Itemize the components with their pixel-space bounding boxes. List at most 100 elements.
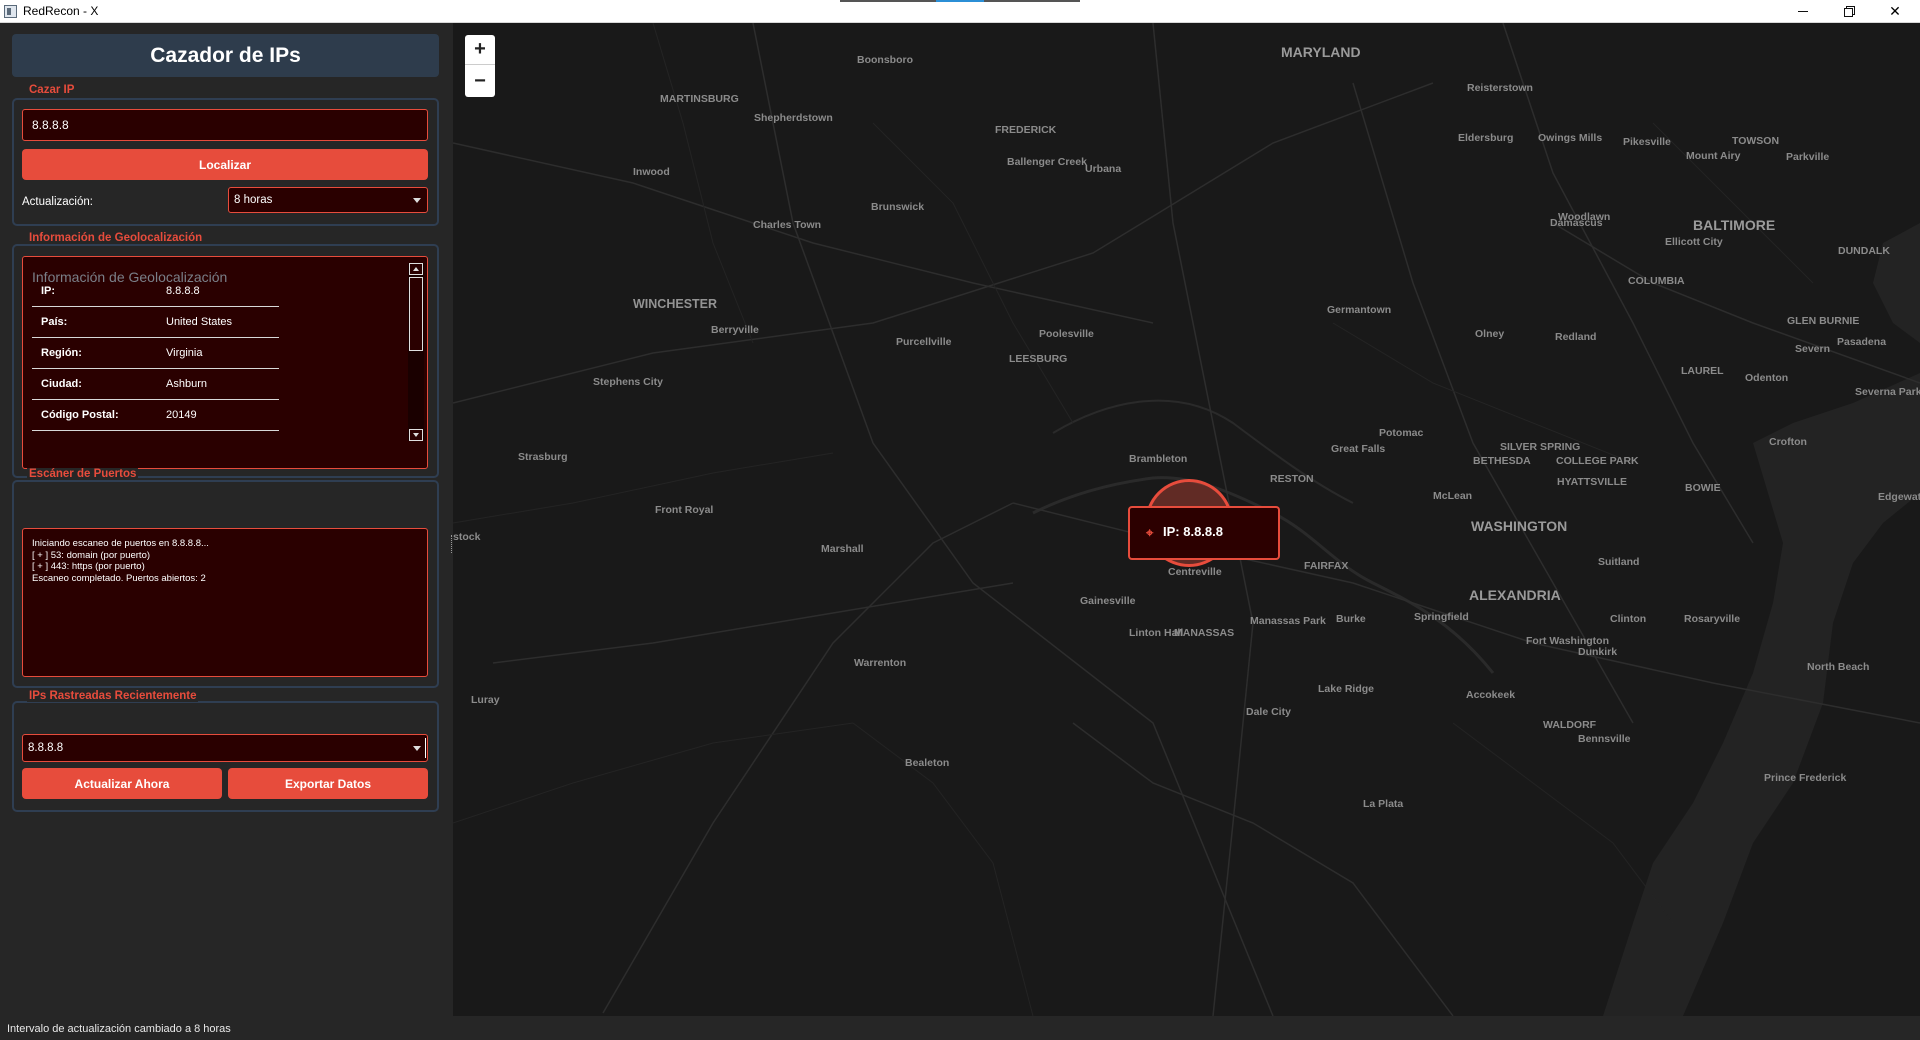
map-place-label: Ballenger Creek xyxy=(1007,156,1087,168)
map-place-label: Pasadena xyxy=(1837,336,1887,348)
map-place-label: SILVER SPRING xyxy=(1500,441,1581,453)
locate-button[interactable]: Localizar xyxy=(22,149,428,180)
map-place-label: BOWIE xyxy=(1685,482,1721,494)
port-scan-line: Escaneo completado. Puertos abiertos: 2 xyxy=(32,572,206,584)
map-place-label: Owings Mills xyxy=(1538,132,1603,144)
ip-input[interactable]: 8.8.8.8 xyxy=(22,109,428,141)
map-place-label: GLEN BURNIE xyxy=(1787,315,1860,327)
map-place-label: Marshall xyxy=(821,543,864,555)
map-place-label: Berryville xyxy=(711,324,759,336)
map-view[interactable]: + − MARYLAND MARTINSBURG Boonsboro Reisters… xyxy=(453,23,1920,1016)
map-place-label: Brambleton xyxy=(1129,453,1188,465)
minimize-button[interactable] xyxy=(1780,0,1826,22)
map-place-label: ALEXANDRIA xyxy=(1469,587,1561,603)
map-place-label: Manassas Park xyxy=(1250,615,1326,627)
geo-row-ip: IP: 8.8.8.8 xyxy=(32,276,279,307)
close-button[interactable]: ✕ xyxy=(1872,0,1918,22)
map-place-label: Purcellville xyxy=(896,336,952,348)
map-place-label: MANASSAS xyxy=(1174,627,1235,639)
app-icon xyxy=(4,5,17,18)
geo-scrollbar[interactable] xyxy=(408,263,424,441)
map-place-label: Brunswick xyxy=(871,201,925,213)
sidebar: Cazador de IPs Cazar IP 8.8.8.8 Localiza… xyxy=(0,23,453,1016)
map-place-label: Damascus xyxy=(1550,217,1603,229)
scroll-thumb[interactable] xyxy=(409,277,423,351)
geo-value: 8.8.8.8 xyxy=(166,285,200,297)
zoom-control: + − xyxy=(465,35,495,97)
geo-key: Región: xyxy=(41,347,82,359)
recent-ips-select[interactable]: 8.8.8.8 xyxy=(22,734,428,762)
map-place-label: Odenton xyxy=(1745,372,1789,384)
ip-popup[interactable]: ⌖ IP: 8.8.8.8 xyxy=(1128,506,1280,560)
map-place-label: TOWSON xyxy=(1732,135,1780,147)
map-place-label: Strasburg xyxy=(518,451,568,463)
zoom-in-button[interactable]: + xyxy=(465,35,495,65)
geo-key: IP: xyxy=(41,285,56,297)
map-place-label: La Plata xyxy=(1363,798,1404,810)
geo-row-region: Región: Virginia xyxy=(32,338,279,369)
map-place-label: North Beach xyxy=(1807,661,1870,673)
chevron-down-icon xyxy=(413,746,421,751)
map-place-label: Parkville xyxy=(1786,151,1830,163)
update-interval-label: Actualización: xyxy=(22,196,93,208)
map-place-label: COLUMBIA xyxy=(1628,275,1685,287)
map-place-label: DUNDALK xyxy=(1838,245,1890,257)
scroll-down-icon[interactable] xyxy=(409,429,423,441)
geo-row-postal: Código Postal: 20149 xyxy=(32,400,279,431)
scroll-up-icon[interactable] xyxy=(409,263,423,275)
port-scan-output[interactable]: Iniciando escaneo de puertos en 8.8.8.8.… xyxy=(22,528,428,677)
title-bar: RedRecon - X ✕ xyxy=(0,0,1920,23)
port-scan-line: [ + ] 53: domain (por puerto) xyxy=(32,549,151,561)
map-place-label: BETHESDA xyxy=(1473,455,1531,467)
restore-button[interactable] xyxy=(1826,0,1872,22)
map-place-label: WASHINGTON xyxy=(1471,518,1568,534)
map-place-label: Eldersburg xyxy=(1458,132,1514,144)
refresh-now-button[interactable]: Actualizar Ahora xyxy=(22,768,222,799)
map-place-label: Severna Park xyxy=(1855,386,1920,398)
status-message: Intervalo de actualización cambiado a 8 … xyxy=(7,1023,231,1035)
geo-key: Ciudad: xyxy=(41,378,82,390)
map-place-label: Urbana xyxy=(1085,163,1122,175)
map-place-label: Front Royal xyxy=(655,504,714,516)
port-scan-line: Iniciando escaneo de puertos en 8.8.8.8.… xyxy=(32,538,209,549)
map-place-label: RESTON xyxy=(1270,473,1314,485)
map-place-label: Lake Ridge xyxy=(1318,683,1375,695)
map-place-label: Redland xyxy=(1555,331,1597,343)
ip-popup-text: IP: 8.8.8.8 xyxy=(1163,524,1223,539)
map-place-label: Centreville xyxy=(1168,566,1222,578)
map-place-label: Clinton xyxy=(1610,613,1647,625)
close-icon: ✕ xyxy=(1889,2,1901,19)
map-place-label: Potomac xyxy=(1379,427,1424,439)
port-scanner-group-title: Escáner de Puertos xyxy=(27,468,139,480)
map-place-label: FREDERICK xyxy=(995,124,1057,136)
map-place-label: Luray xyxy=(471,694,500,706)
map-place-label: Inwood xyxy=(633,166,670,178)
map-place-label: COLLEGE PARK xyxy=(1556,455,1639,467)
hunt-ip-group-title: Cazar IP xyxy=(27,84,77,96)
map-place-label: Charles Town xyxy=(753,219,822,231)
app-header-title: Cazador de IPs xyxy=(12,34,439,77)
geo-value: United States xyxy=(166,316,233,328)
map-place-label: MARTINSBURG xyxy=(660,93,739,105)
map-place-label: Crofton xyxy=(1769,436,1807,448)
map-place-label: LEESBURG xyxy=(1009,353,1068,365)
map-place-label: Suitland xyxy=(1598,556,1640,568)
export-data-button[interactable]: Exportar Datos xyxy=(228,768,428,799)
geo-value: Ashburn xyxy=(166,378,207,390)
chevron-down-icon xyxy=(413,198,421,203)
map-place-label: WALDORF xyxy=(1543,719,1597,731)
geo-group-title: Información de Geolocalización xyxy=(27,232,205,244)
map-place-label: WINCHESTER xyxy=(633,297,718,311)
geo-value: 20149 xyxy=(166,409,197,421)
status-bar: Intervalo de actualización cambiado a 8 … xyxy=(0,1016,1920,1040)
map-place-label: Mount Airy xyxy=(1686,150,1741,162)
geo-row-country: País: United States xyxy=(32,307,279,338)
map-place-label: Accokeek xyxy=(1466,689,1516,701)
map-place-label: Springfield xyxy=(1414,611,1469,623)
zoom-out-button[interactable]: − xyxy=(465,66,495,96)
map-place-label: Boonsboro xyxy=(857,54,913,66)
update-interval-select[interactable]: 8 horas xyxy=(228,187,428,213)
map-place-label: FAIRFAX xyxy=(1304,560,1349,572)
map-place-label: Gainesville xyxy=(1080,595,1136,607)
map-place-label: Germantown xyxy=(1327,304,1392,316)
